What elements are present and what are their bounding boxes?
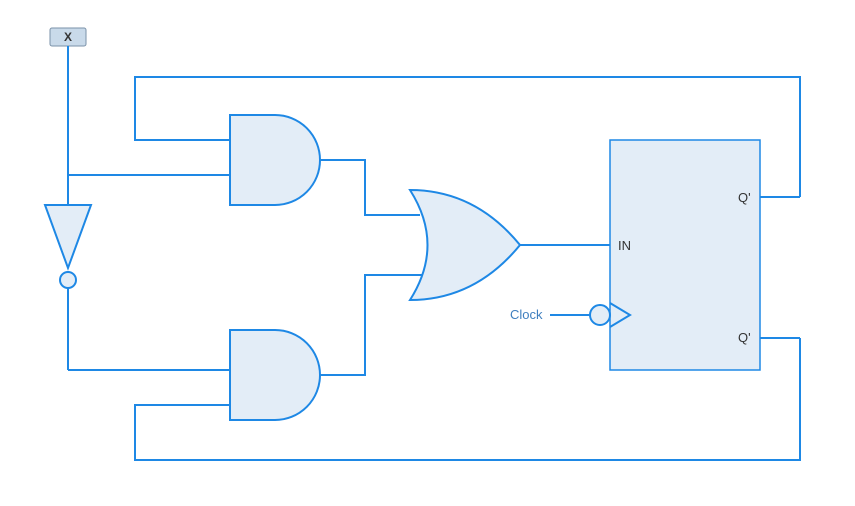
- clock-bubble: [590, 305, 610, 325]
- wire-and1-to-or: [320, 160, 420, 215]
- wire-and2-to-or: [320, 275, 422, 375]
- and-gate-top: [230, 115, 320, 205]
- not-gate: [45, 205, 91, 288]
- input-x-label: X: [64, 30, 72, 44]
- flipflop-in-label: IN: [618, 238, 631, 253]
- clock-label: Clock: [510, 307, 543, 322]
- input-x[interactable]: X: [50, 28, 86, 46]
- or-gate: [410, 190, 520, 300]
- and-gate-bottom: [230, 330, 320, 420]
- flipflop-q-label: Q': [738, 190, 751, 205]
- flipflop-qbar-label: Q': [738, 330, 751, 345]
